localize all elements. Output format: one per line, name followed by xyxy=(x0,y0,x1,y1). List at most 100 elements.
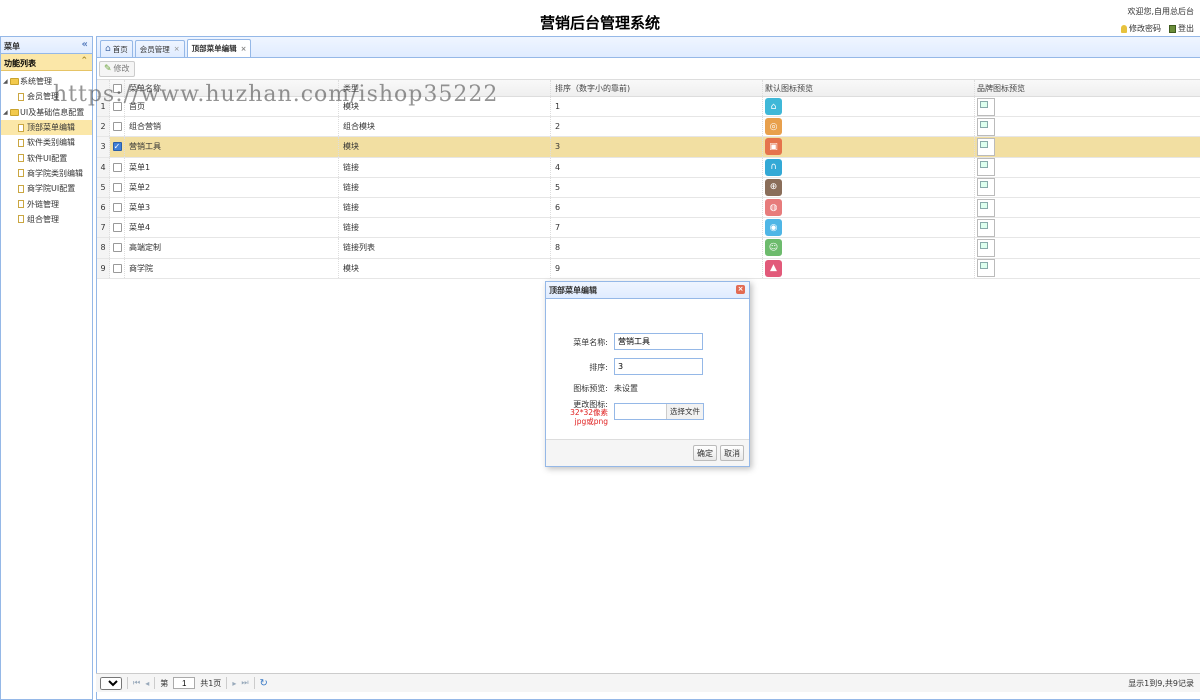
menu-type-cell: 链接 xyxy=(339,157,551,177)
tree-item[interactable]: 软件UI配置 xyxy=(1,150,92,165)
brand-icon-cell xyxy=(975,198,1200,217)
header-brand[interactable]: 品牌图标预览 xyxy=(975,80,1200,96)
table-row[interactable]: 7 菜单4 链接 7 ◉ xyxy=(97,218,1200,239)
name-label: 菜单名称: xyxy=(573,338,608,347)
default-icon-cell: ◉ xyxy=(763,218,975,238)
menu-name-input[interactable] xyxy=(614,333,703,350)
menu-name-cell: 营销工具 xyxy=(125,137,339,157)
table-row[interactable]: 6 菜单3 链接 6 ◍ xyxy=(97,197,1200,219)
tree-item[interactable]: 软件类别编辑 xyxy=(1,135,92,150)
table-row[interactable]: 8 高端定制 链接列表 8 ☺ xyxy=(97,238,1200,259)
menu-name-cell: 菜单1 xyxy=(125,157,339,177)
cancel-button[interactable]: 取消 xyxy=(720,445,744,461)
tree-item-label: 外链管理 xyxy=(27,199,59,209)
brand-icon-cell xyxy=(975,238,1200,257)
row-check-cell[interactable] xyxy=(110,97,125,117)
first-page-icon[interactable]: ⏮ xyxy=(133,678,140,688)
file-input[interactable]: 选择文件 xyxy=(614,403,704,420)
tree-item[interactable]: 顶部菜单编辑 xyxy=(1,119,92,136)
row-checkbox[interactable] xyxy=(112,243,122,253)
page-number-input[interactable] xyxy=(173,677,196,689)
header-name[interactable]: 菜单名称 xyxy=(125,80,339,96)
prev-page-icon[interactable]: ◂ xyxy=(145,679,149,688)
row-checkbox[interactable] xyxy=(112,182,122,192)
header-type[interactable]: 类型 xyxy=(339,80,551,96)
menu-type-cell: 链接 xyxy=(339,218,551,238)
menu-icon: ◍ xyxy=(765,199,782,217)
tab[interactable]: ⌂ 首页 xyxy=(100,40,133,57)
row-checkbox[interactable] xyxy=(112,102,122,112)
next-page-icon[interactable]: ▸ xyxy=(232,679,236,688)
menu-icon: ☺ xyxy=(765,239,782,257)
menu-order-cell: 2 xyxy=(551,117,763,137)
file-icon xyxy=(18,200,24,209)
close-icon[interactable]: × xyxy=(736,285,745,294)
edit-button[interactable]: ✎ 修改 xyxy=(99,60,135,77)
table-row[interactable]: 1 首页 模块 1 ⌂ xyxy=(97,97,1200,118)
broken-image-icon xyxy=(977,137,995,156)
choose-file-button[interactable]: 选择文件 xyxy=(666,404,703,419)
row-checkbox[interactable]: ✓ xyxy=(112,142,122,152)
order-input[interactable] xyxy=(614,358,703,375)
table-row[interactable]: 2 组合营销 组合模块 2 ◎ xyxy=(97,117,1200,138)
row-check-cell[interactable] xyxy=(110,258,125,278)
expand-arrow-icon[interactable]: ◢ xyxy=(3,109,9,116)
tab[interactable]: 会员管理 × xyxy=(134,40,185,57)
last-page-icon[interactable]: ⏭ xyxy=(241,678,248,688)
confirm-button[interactable]: 确定 xyxy=(693,445,717,461)
row-check-cell[interactable]: ✓ xyxy=(110,137,125,157)
row-number: 7 xyxy=(97,218,110,238)
row-check-cell[interactable] xyxy=(110,157,125,177)
tab-close-icon[interactable]: × xyxy=(241,45,247,53)
row-check-cell[interactable] xyxy=(110,238,125,258)
row-number: 2 xyxy=(97,117,110,137)
tree-item[interactable]: ◢ UI及基础信息配置 xyxy=(1,105,92,120)
tree-item[interactable]: 商学院类别编辑 xyxy=(1,166,92,181)
table-row[interactable]: 3 ✓ 营销工具 模块 3 ▣ xyxy=(97,137,1200,158)
default-icon-cell: ☺ xyxy=(763,238,975,258)
tree-item[interactable]: 会员管理 xyxy=(1,89,92,104)
tree-item-label: 系统管理 xyxy=(20,77,52,87)
brand-icon-cell xyxy=(975,218,1200,237)
tree-item[interactable]: 组合管理 xyxy=(1,212,92,227)
tree-item[interactable]: 商学院UI配置 xyxy=(1,181,92,196)
logout-link[interactable]: 登出 xyxy=(1169,23,1194,34)
function-list-header[interactable]: 功能列表 ⌃ xyxy=(1,54,92,71)
tree-item[interactable]: 外链管理 xyxy=(1,196,92,211)
select-all-checkbox[interactable] xyxy=(112,83,122,93)
expand-arrow-icon[interactable]: ◢ xyxy=(3,78,9,85)
table-row[interactable]: 9 商学院 模块 9 ▲ xyxy=(97,258,1200,279)
tab-close-icon[interactable]: × xyxy=(174,45,180,53)
tree-item-label: UI及基础信息配置 xyxy=(20,107,85,117)
row-check-cell[interactable] xyxy=(110,197,125,218)
header-order[interactable]: 排序（数字小的靠前) xyxy=(551,80,763,96)
change-password-link[interactable]: 修改密码 xyxy=(1121,23,1161,34)
brand-icon-cell xyxy=(975,117,1200,136)
table-row[interactable]: 4 菜单1 链接 4 ∩ xyxy=(97,157,1200,178)
table-row[interactable]: 5 菜单2 链接 5 ⊕ xyxy=(97,177,1200,198)
row-checkbox[interactable] xyxy=(112,263,122,273)
collapse-sidebar-icon[interactable]: « xyxy=(82,39,88,50)
header-icon[interactable]: 默认图标预览 xyxy=(763,80,975,96)
menu-name-cell: 菜单3 xyxy=(125,197,339,218)
page-prefix: 第 xyxy=(160,678,169,688)
header-check-cell[interactable] xyxy=(110,80,125,96)
menu-type-cell: 模块 xyxy=(339,137,551,157)
broken-image-icon xyxy=(977,178,995,197)
menu-icon: ▣ xyxy=(765,138,782,156)
page-size-select[interactable]: 15 xyxy=(100,676,122,690)
row-check-cell[interactable] xyxy=(110,218,125,238)
row-checkbox[interactable] xyxy=(112,162,122,172)
row-checkbox[interactable] xyxy=(112,203,122,213)
dialog-title-bar[interactable]: 顶部菜单编辑 × xyxy=(546,282,749,299)
tab[interactable]: 顶部菜单编辑 × xyxy=(186,39,252,57)
broken-image-icon xyxy=(977,218,995,237)
refresh-icon[interactable]: ↻ xyxy=(260,678,268,689)
row-checkbox[interactable] xyxy=(112,223,122,233)
tree-item[interactable]: ◢ 系统管理 xyxy=(1,74,92,89)
row-check-cell[interactable] xyxy=(110,117,125,137)
row-check-cell[interactable] xyxy=(110,177,125,197)
grid-body: 1 首页 模块 1 ⌂ 2 组合营销 组合模块 2 ◎ 3 ✓ 营销工具 模块 3 ▣ 4 菜单1 链接 4 ∩ 5 菜单2… xyxy=(97,97,1200,279)
row-checkbox[interactable] xyxy=(112,122,122,132)
collapse-panel-icon[interactable]: ⌃ xyxy=(80,56,88,66)
